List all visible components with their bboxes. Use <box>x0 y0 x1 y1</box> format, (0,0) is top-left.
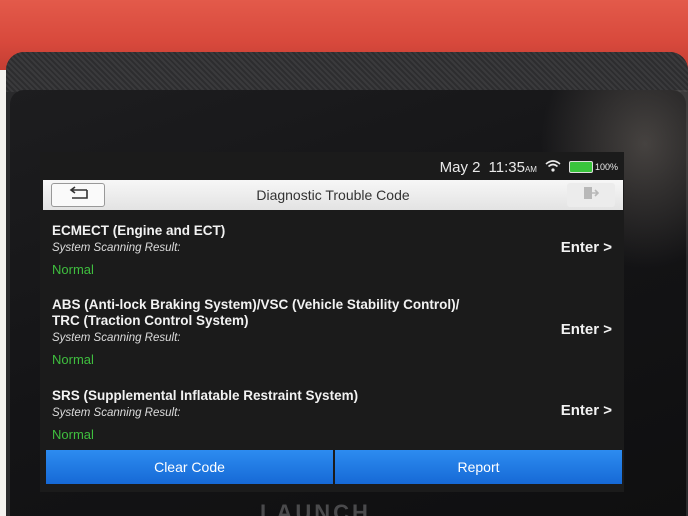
enter-button[interactable]: Enter > <box>561 239 612 256</box>
system-name-line-2: TRC (Traction Control System) <box>52 313 249 328</box>
system-name: ECMECT (Engine and ECT) <box>52 223 226 238</box>
system-scan-result: Normal <box>52 427 94 442</box>
status-time: 11:35AM <box>488 158 537 176</box>
system-name: SRS (Supplemental Inflatable Restraint S… <box>52 388 359 403</box>
system-name-line-1: ABS (Anti-lock Braking System)/VSC (Vehi… <box>52 297 460 312</box>
exit-icon <box>583 186 600 205</box>
clear-code-button[interactable]: Clear Code <box>46 450 333 484</box>
wifi-icon <box>545 159 561 176</box>
exit-button[interactable] <box>567 183 615 207</box>
device-bezel <box>6 52 688 92</box>
device-brand-logo: LAUNCH <box>260 500 371 516</box>
system-scan-result: Normal <box>52 262 94 277</box>
back-button[interactable] <box>51 183 105 207</box>
action-bar: Clear Code Report <box>46 450 622 484</box>
system-scan-result: Normal <box>52 352 94 367</box>
report-button[interactable]: Report <box>335 450 622 484</box>
enter-button[interactable]: Enter > <box>561 321 612 338</box>
enter-button[interactable]: Enter > <box>561 402 612 419</box>
status-bar: May 2 11:35AM 100% <box>40 155 624 179</box>
battery-indicator: 100% <box>568 161 618 173</box>
battery-icon <box>568 161 593 173</box>
system-item-srs[interactable]: SRS (Supplemental Inflatable Restraint S… <box>52 388 612 442</box>
system-scan-label: System Scanning Result: <box>52 332 181 344</box>
system-item-ecmect[interactable]: ECMECT (Engine and ECT) System Scanning … <box>52 223 612 277</box>
status-date: May 2 <box>439 158 481 176</box>
back-arrow-icon <box>67 185 89 205</box>
system-scan-label: System Scanning Result: <box>52 242 181 254</box>
system-item-abs-vsc-trc[interactable]: ABS (Anti-lock Braking System)/VSC (Vehi… <box>52 297 612 367</box>
system-scan-label: System Scanning Result: <box>52 407 181 419</box>
page-title: Diagnostic Trouble Code <box>256 187 410 203</box>
title-bar: Diagnostic Trouble Code <box>43 180 623 210</box>
